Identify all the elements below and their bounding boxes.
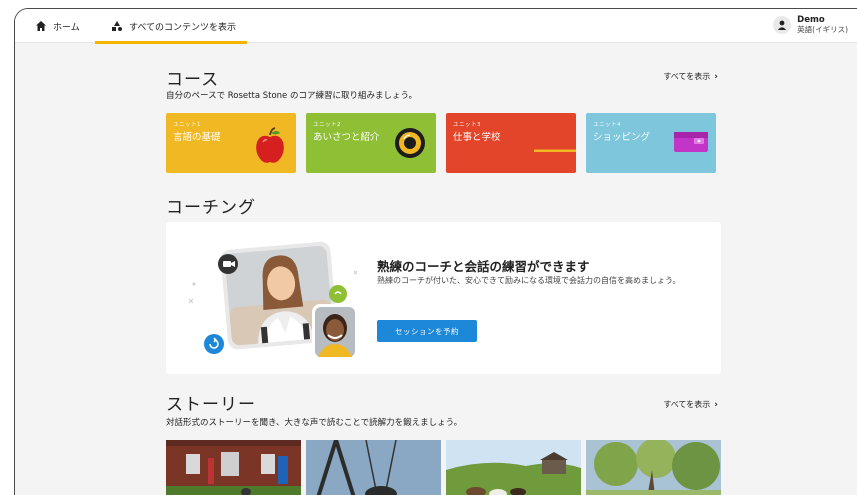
unit-card-4[interactable]: ユニット4 ショッピング — [586, 113, 716, 173]
unit-number: ユニット1 — [173, 122, 201, 128]
top-navigation: ホーム すべてのコンテンツを表示 Demo 英語(イギリス) — [15, 9, 857, 44]
courses-title: コース — [166, 70, 220, 90]
unit-card-3[interactable]: ユニット3 仕事と学校 — [446, 113, 576, 173]
courses-subtitle: 自分のペースで Rosetta Stone のコア練習に取り組みましょう。 — [166, 91, 417, 101]
user-name: Demo — [797, 15, 825, 25]
unit-number: ユニット4 — [593, 122, 621, 128]
person-icon — [777, 20, 787, 30]
unit-number: ユニット3 — [453, 122, 481, 128]
story-image-trees — [586, 440, 721, 495]
story-image-swing — [306, 440, 441, 495]
user-menu[interactable]: Demo 英語(イギリス) — [773, 15, 848, 35]
story-image-palace — [166, 440, 301, 495]
wallet-icon — [674, 132, 708, 152]
stories-title: ストーリー — [166, 395, 256, 415]
home-icon — [35, 20, 47, 32]
nav-all-content-label: すべてのコンテンツを表示 — [129, 22, 237, 33]
story-card-1[interactable] — [166, 440, 301, 495]
stories-subtitle: 対話形式のストーリーを聞き、大きな声で読むことで読解力を鍛えましょう。 — [166, 418, 463, 428]
nav-home[interactable]: ホーム — [35, 9, 80, 43]
avatar — [773, 16, 792, 34]
unit-card-2[interactable]: ユニット2 あいさつと紹介 — [306, 113, 436, 173]
nav-home-label: ホーム — [53, 22, 80, 33]
coaching-title: コーチング — [166, 198, 256, 218]
tape-roll-icon — [395, 128, 425, 158]
see-all-label: すべてを表示 — [663, 400, 711, 409]
app-window: ホーム すべてのコンテンツを表示 Demo 英語(イギリス) コース 自分のペー… — [14, 8, 857, 495]
unit-name: あいさつと紹介 — [313, 132, 380, 143]
unit-name: ショッピング — [593, 132, 651, 143]
active-tab-indicator — [95, 41, 247, 44]
see-all-label: すべてを表示 — [663, 72, 711, 81]
coaching-description: 熟練のコーチが付いた、安心できて励みになる環境で会話力の自信を高めましょう。 — [377, 276, 681, 285]
pencil-icon — [534, 149, 576, 152]
story-card-2[interactable] — [306, 440, 441, 495]
nav-all-content[interactable]: すべてのコンテンツを表示 — [111, 9, 236, 43]
unit-name: 言語の基礎 — [173, 132, 221, 143]
story-card-4[interactable] — [586, 440, 721, 495]
chevron-right-icon: › — [714, 71, 718, 82]
story-image-farm — [446, 440, 581, 495]
user-language: 英語(イギリス) — [797, 25, 848, 34]
courses-see-all-link[interactable]: すべてを表示 › — [663, 71, 718, 82]
apple-icon — [256, 127, 284, 163]
chevron-right-icon: › — [714, 399, 718, 410]
unit-number: ユニット2 — [313, 122, 341, 128]
unit-card-1[interactable]: ユニット1 言語の基礎 — [166, 113, 296, 173]
coaching-card: 熟練のコーチと会話の練習ができます 熟練のコーチが付いた、安心できて励みになる環… — [166, 222, 721, 374]
shapes-icon — [111, 20, 123, 32]
story-card-3[interactable] — [446, 440, 581, 495]
book-session-button[interactable]: セッションを予約 — [377, 320, 477, 342]
coach-photo-illustration — [188, 241, 358, 360]
unit-name: 仕事と学校 — [453, 132, 501, 143]
stories-see-all-link[interactable]: すべてを表示 › — [663, 399, 718, 410]
coaching-heading: 熟練のコーチと会話の練習ができます — [377, 259, 590, 274]
